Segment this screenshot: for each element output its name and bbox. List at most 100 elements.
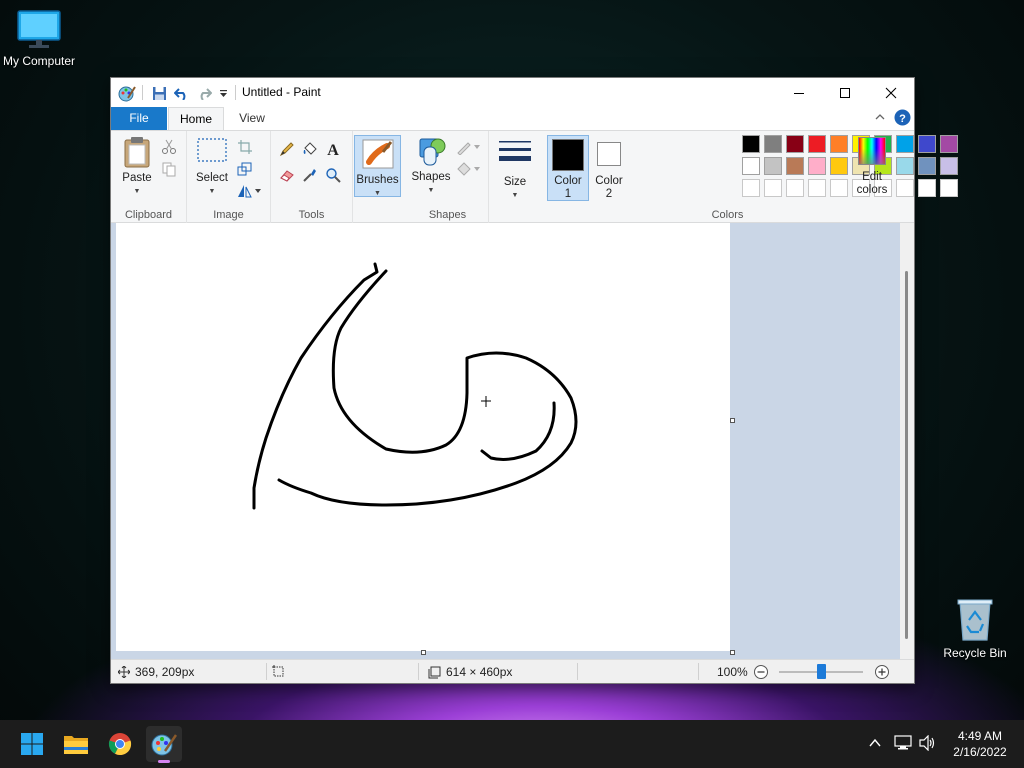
custom-color-swatch[interactable] xyxy=(742,179,760,197)
taskbar-file-explorer[interactable] xyxy=(58,726,94,762)
color-swatch[interactable] xyxy=(896,135,914,153)
color-swatch[interactable] xyxy=(830,135,848,153)
color-picker-icon[interactable] xyxy=(300,165,320,185)
brushes-button[interactable]: Brushes ▼ xyxy=(354,135,401,197)
taskbar-chrome[interactable] xyxy=(102,726,138,762)
canvas-size: 614 × 460px xyxy=(446,665,513,679)
size-button[interactable]: Size ▼ xyxy=(496,139,534,202)
tab-home[interactable]: Home xyxy=(168,107,224,130)
freehand-drawing xyxy=(252,262,578,510)
pencil-icon[interactable] xyxy=(277,139,297,159)
start-button[interactable] xyxy=(14,726,50,762)
color-swatch[interactable] xyxy=(786,135,804,153)
customize-quick-access-icon[interactable] xyxy=(216,83,230,103)
volume-icon[interactable] xyxy=(919,734,937,754)
text-tool-icon[interactable]: A xyxy=(323,139,343,159)
divider xyxy=(266,663,267,680)
custom-color-swatch[interactable] xyxy=(896,179,914,197)
chrome-icon xyxy=(108,733,132,756)
crop-icon[interactable] xyxy=(235,137,255,157)
select-button[interactable]: Select ▼ xyxy=(195,137,229,198)
collapse-ribbon-icon[interactable] xyxy=(874,111,888,125)
canvas-resize-handle-bottom[interactable] xyxy=(421,650,426,655)
color-swatch[interactable] xyxy=(940,157,958,175)
save-icon[interactable] xyxy=(149,83,169,103)
color-swatch[interactable] xyxy=(786,157,804,175)
network-icon[interactable] xyxy=(894,735,912,754)
zoom-slider-track[interactable] xyxy=(779,664,863,679)
cut-icon[interactable] xyxy=(159,137,179,157)
dropdown-caret: ▼ xyxy=(133,188,141,195)
active-app-indicator xyxy=(158,760,170,763)
color-swatch[interactable] xyxy=(764,157,782,175)
shapes-button[interactable]: Shapes ▼ xyxy=(411,135,451,197)
redo-icon[interactable] xyxy=(194,83,214,103)
copy-icon[interactable] xyxy=(159,159,179,179)
windows-logo-icon xyxy=(21,733,43,755)
size-label: Size xyxy=(503,176,527,188)
taskbar-paint[interactable] xyxy=(146,726,182,763)
tab-file[interactable]: File xyxy=(111,107,167,130)
color2-button[interactable]: Color 2 xyxy=(590,136,628,201)
outline-icon[interactable] xyxy=(455,137,481,157)
color-swatch[interactable] xyxy=(764,135,782,153)
maximize-button[interactable] xyxy=(822,78,868,107)
color-swatch[interactable] xyxy=(918,157,936,175)
fill-bucket-icon[interactable] xyxy=(300,139,320,159)
zoom-level: 100% xyxy=(717,665,748,679)
group-image: Select ▼ Image xyxy=(187,131,271,223)
paint-icon xyxy=(151,734,177,756)
color-swatch[interactable] xyxy=(742,135,760,153)
scrollbar-thumb[interactable] xyxy=(905,271,908,639)
help-icon[interactable]: ? xyxy=(894,109,911,126)
canvas-resize-handle-right[interactable] xyxy=(730,418,735,423)
close-button[interactable] xyxy=(868,78,914,107)
color-swatch[interactable] xyxy=(940,135,958,153)
drawing-canvas[interactable] xyxy=(116,223,730,651)
custom-color-swatch[interactable] xyxy=(918,179,936,197)
magnifier-icon[interactable] xyxy=(323,165,343,185)
group-tools: A Tools xyxy=(271,131,353,223)
color-swatch[interactable] xyxy=(896,157,914,175)
zoom-out-button[interactable] xyxy=(753,664,769,680)
color-swatch[interactable] xyxy=(808,135,826,153)
divider xyxy=(698,663,699,680)
zoom-in-button[interactable] xyxy=(874,664,890,680)
tab-view[interactable]: View xyxy=(227,107,277,130)
color-swatch[interactable] xyxy=(808,157,826,175)
rotate-icon[interactable] xyxy=(235,181,263,201)
color-swatch[interactable] xyxy=(742,157,760,175)
folder-icon xyxy=(64,736,88,754)
dropdown-caret: ▼ xyxy=(374,190,381,197)
color1-button[interactable]: Color 1 xyxy=(547,135,589,201)
custom-color-swatch[interactable] xyxy=(764,179,782,197)
selection-size-icon xyxy=(272,665,284,677)
minimize-button[interactable] xyxy=(776,78,822,107)
paint-app-icon[interactable] xyxy=(117,83,137,103)
canvas-resize-handle-corner[interactable] xyxy=(730,650,735,655)
zoom-slider-thumb[interactable] xyxy=(817,664,826,679)
fill-icon[interactable] xyxy=(455,159,481,179)
svg-text:?: ? xyxy=(899,113,906,125)
custom-color-swatch[interactable] xyxy=(940,179,958,197)
color-swatch[interactable] xyxy=(830,157,848,175)
custom-color-swatch[interactable] xyxy=(808,179,826,197)
eraser-icon[interactable] xyxy=(277,165,297,185)
paste-button[interactable]: Paste ▼ xyxy=(118,136,156,198)
resize-icon[interactable] xyxy=(235,159,255,179)
undo-icon[interactable] xyxy=(172,83,192,103)
desktop-icon-my-computer[interactable]: My Computer xyxy=(0,10,84,68)
clock[interactable]: 4:49 AM 2/16/2022 xyxy=(950,728,1010,760)
custom-color-swatch[interactable] xyxy=(786,179,804,197)
desktop-icon-recycle-bin[interactable]: Recycle Bin xyxy=(930,598,1020,660)
custom-color-swatch[interactable] xyxy=(830,179,848,197)
edit-colors-button[interactable]: Edit colors xyxy=(852,137,892,197)
show-hidden-icons-button[interactable] xyxy=(868,736,882,753)
color-spectrum-icon xyxy=(858,137,886,165)
select-label: Select xyxy=(196,172,228,184)
color1-label: Color xyxy=(554,175,582,187)
desktop-icon-label: My Computer xyxy=(2,54,76,68)
vertical-scrollbar[interactable] xyxy=(900,223,914,659)
svg-text:A: A xyxy=(327,142,339,157)
color-swatch[interactable] xyxy=(918,135,936,153)
